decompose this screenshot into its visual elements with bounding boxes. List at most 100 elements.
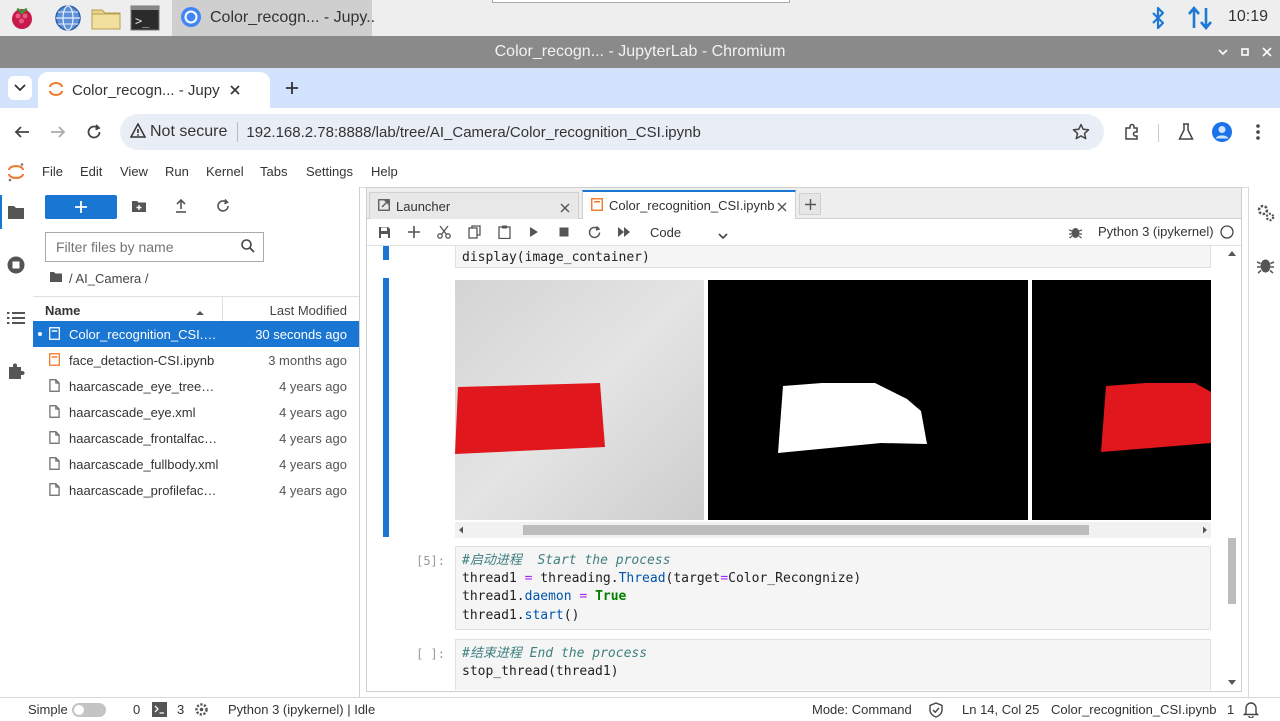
reload-icon[interactable]: [80, 118, 108, 146]
back-arrow-icon[interactable]: [8, 118, 36, 146]
terminal-icon[interactable]: >_: [129, 3, 161, 33]
home-folder-icon[interactable]: [49, 271, 63, 286]
tab-launcher[interactable]: Launcher: [369, 192, 579, 219]
taskbar-window-label: Color_recogn... - Jupy..: [210, 9, 376, 26]
tab-search-chevron-icon[interactable]: [8, 76, 32, 100]
kernel-name[interactable]: Python 3 (ipykernel): [1098, 224, 1214, 239]
breadcrumb-path[interactable]: / AI_Camera /: [69, 271, 148, 286]
profile-avatar-icon[interactable]: [1208, 118, 1236, 146]
raspberry-menu-icon[interactable]: [6, 3, 38, 33]
terminal-status-icon[interactable]: [152, 702, 167, 720]
simple-mode-toggle[interactable]: [72, 703, 106, 717]
omnibox[interactable]: Not secure 192.168.2.78:8888/lab/tree/AI…: [120, 114, 1104, 150]
code-cell-start-process[interactable]: #启动进程 Start the process thread1 = thread…: [455, 546, 1211, 630]
cursor-position[interactable]: Ln 14, Col 25: [962, 702, 1039, 717]
tab-launcher-close-icon[interactable]: [560, 201, 570, 216]
scrollbar-thumb[interactable]: [523, 525, 1089, 535]
kernel-status-text[interactable]: Python 3 (ipykernel) | Idle: [228, 702, 375, 717]
insert-cell-plus-icon[interactable]: [406, 224, 422, 240]
file-list-item[interactable]: haarcascade_eye_tree_eyeglasses.xml 4 yea…: [33, 373, 359, 399]
taskbar-chromium-window[interactable]: Color_recogn... - Jupy..: [172, 0, 376, 36]
run-cell-play-icon[interactable]: [526, 224, 542, 240]
browser-tab-active[interactable]: Color_recogn... - Jupyter: [38, 72, 270, 108]
menu-run[interactable]: Run: [165, 164, 189, 179]
notification-count[interactable]: 1: [1227, 702, 1234, 717]
file-list-item[interactable]: haarcascade_eye.xml 4 years ago: [33, 399, 359, 425]
copy-icon[interactable]: [466, 224, 482, 240]
menu-help[interactable]: Help: [371, 164, 398, 179]
terminals-count[interactable]: 0: [133, 702, 140, 717]
table-of-contents-icon[interactable]: [6, 308, 26, 328]
menu-view[interactable]: View: [120, 164, 148, 179]
file-list-item[interactable]: haarcascade_frontalface_default.xml 4 yea…: [33, 425, 359, 451]
network-transfer-icon[interactable]: [1186, 5, 1214, 34]
notebook-vertical-scrollbar[interactable]: [1225, 246, 1239, 690]
column-header-last-modified[interactable]: Last Modified: [270, 303, 347, 318]
filter-files-input[interactable]: [54, 238, 238, 256]
debugger-bug-icon[interactable]: [1067, 224, 1083, 240]
bookmark-star-icon[interactable]: [1072, 123, 1090, 144]
output-collapser[interactable]: [383, 278, 389, 537]
upload-icon[interactable]: [173, 198, 189, 214]
menu-edit[interactable]: Edit: [80, 164, 102, 179]
menu-kernel[interactable]: Kernel: [206, 164, 244, 179]
file-list-item[interactable]: Color_recognition_CSI.ipynb 30 seconds ag…: [33, 321, 359, 347]
code-cell-end-process[interactable]: #结束进程 End the process stop_thread(thread…: [455, 639, 1211, 690]
new-tab-plus-icon[interactable]: [282, 78, 302, 98]
code-token: thread1.: [462, 589, 525, 605]
save-icon[interactable]: [376, 224, 392, 240]
document-tab-bar: Launcher Color_recognition_CSI.ipynb: [367, 188, 1241, 219]
labs-flask-icon[interactable]: [1172, 118, 1200, 146]
system-clock[interactable]: 10:19: [1228, 8, 1268, 26]
cell-collapser-top[interactable]: [383, 246, 389, 260]
new-launcher-button[interactable]: [45, 195, 117, 219]
trusted-shield-icon[interactable]: [929, 702, 943, 721]
sort-ascending-caret-icon[interactable]: [195, 304, 205, 319]
running-kernels-stop-icon[interactable]: [6, 255, 26, 275]
menu-tabs[interactable]: Tabs: [260, 164, 287, 179]
refresh-icon[interactable]: [215, 198, 231, 214]
web-browser-launcher-icon[interactable]: [52, 3, 84, 33]
file-manager-icon[interactable]: [90, 3, 122, 33]
kernel-gear-icon[interactable]: [194, 702, 209, 720]
notification-bell-icon[interactable]: [1242, 701, 1260, 721]
file-list-item[interactable]: face_detaction-CSI.ipynb 3 months ago: [33, 347, 359, 373]
extensions-puzzle-icon[interactable]: [1118, 118, 1146, 146]
interrupt-kernel-stop-icon[interactable]: [556, 224, 572, 240]
extension-manager-puzzle-icon[interactable]: [6, 361, 26, 381]
security-label[interactable]: Not secure: [150, 123, 227, 141]
window-maximize-icon[interactable]: [1234, 36, 1256, 68]
new-folder-icon[interactable]: [131, 198, 147, 214]
file-list-item[interactable]: haarcascade_fullbody.xml 4 years ago: [33, 451, 359, 477]
debugger-bug-icon[interactable]: [1256, 256, 1275, 277]
vertical-scrollbar-thumb[interactable]: [1228, 538, 1236, 604]
window-close-icon[interactable]: [1256, 36, 1278, 68]
filter-box: [45, 232, 264, 262]
file-list-item[interactable]: haarcascade_profileface.xml 4 years ago: [33, 477, 359, 503]
restart-kernel-icon[interactable]: [586, 224, 602, 240]
new-document-plus-icon[interactable]: [799, 193, 821, 215]
code-cell-display[interactable]: display(image_container): [455, 246, 1211, 268]
tab-launcher-label: Launcher: [396, 198, 451, 214]
browser-menu-kebab-icon[interactable]: [1244, 118, 1272, 146]
cut-scissors-icon[interactable]: [436, 224, 452, 240]
property-inspector-gears-icon[interactable]: [1256, 203, 1276, 226]
scroll-up-arrow-icon[interactable]: [1228, 251, 1236, 256]
paste-clipboard-icon[interactable]: [496, 224, 512, 240]
bluetooth-icon[interactable]: [1148, 6, 1168, 33]
tab-notebook-active[interactable]: Color_recognition_CSI.ipynb: [582, 190, 796, 219]
menu-settings[interactable]: Settings: [306, 164, 353, 179]
browser-tab-close-icon[interactable]: [230, 83, 240, 98]
window-minimize-icon[interactable]: [1212, 36, 1234, 68]
column-header-name[interactable]: Name: [45, 303, 80, 318]
cell-type-select[interactable]: Code: [646, 222, 732, 242]
file-browser-folder-icon[interactable]: [6, 202, 26, 222]
scroll-down-arrow-icon[interactable]: [1228, 680, 1236, 685]
not-secure-warning-icon[interactable]: [129, 121, 147, 142]
kernels-count[interactable]: 3: [177, 702, 184, 717]
url-text[interactable]: 192.168.2.78:8888/lab/tree/AI_Camera/Col…: [246, 124, 700, 141]
forward-arrow-icon[interactable]: [44, 118, 72, 146]
menu-file[interactable]: File: [42, 164, 63, 179]
tab-notebook-close-icon[interactable]: [777, 200, 787, 215]
restart-run-all-fast-forward-icon[interactable]: [616, 224, 632, 240]
